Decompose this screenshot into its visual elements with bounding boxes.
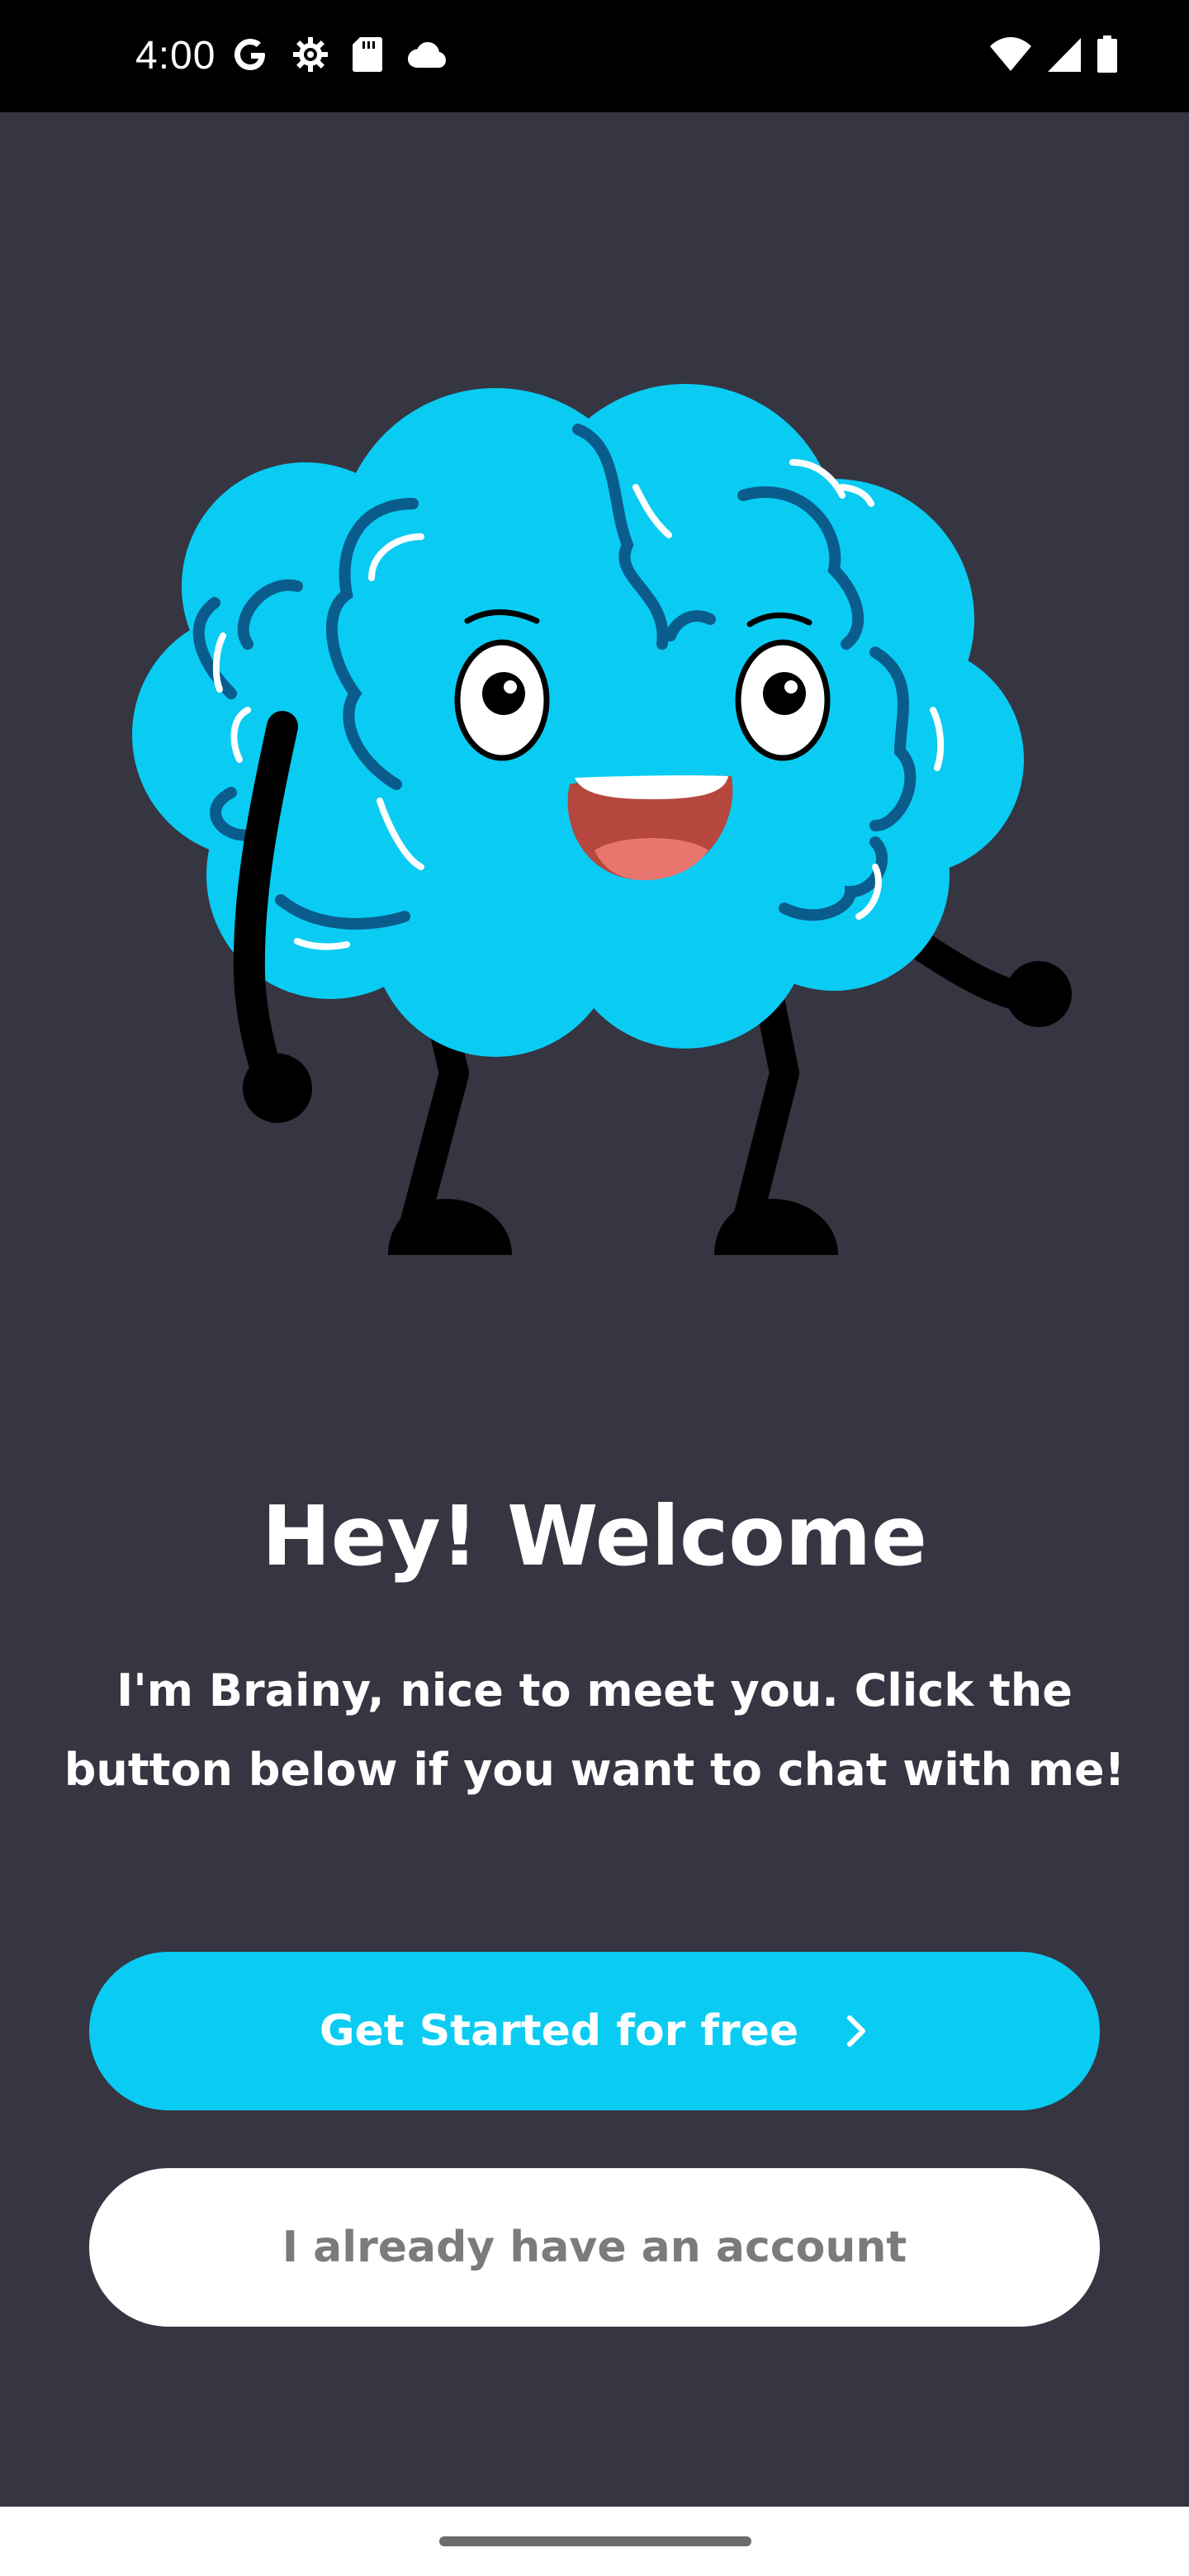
home-gesture-handle[interactable] xyxy=(439,2536,751,2546)
status-time: 4:00 xyxy=(135,34,216,78)
cellular-signal-icon xyxy=(1047,36,1082,76)
welcome-subtitle: I'm Brainy, nice to meet you. Click the … xyxy=(64,1664,1125,1796)
existing-account-label: I already have an account xyxy=(282,2223,907,2272)
settings-icon xyxy=(291,35,330,78)
brainy-mascot-illustration xyxy=(107,363,1090,1271)
get-started-label: Get Started for free xyxy=(319,2006,799,2056)
cloud-icon xyxy=(405,40,448,73)
get-started-button[interactable]: Get Started for free xyxy=(89,1952,1100,2110)
welcome-screen: 4:00 Hey! Welcome I'm Brainy, nice to me… xyxy=(0,0,1189,2576)
battery-icon xyxy=(1097,36,1118,77)
chevron-right-icon xyxy=(845,2013,869,2049)
existing-account-button[interactable]: I already have an account xyxy=(89,2168,1100,2327)
status-icons-right xyxy=(989,33,1118,79)
welcome-title: Hey! Welcome xyxy=(262,1488,927,1584)
status-bar: 4:00 xyxy=(0,0,1189,112)
navigation-bar xyxy=(0,2507,1189,2576)
status-icons-left xyxy=(231,33,448,79)
wifi-icon xyxy=(989,36,1032,76)
sd-card-icon xyxy=(352,36,383,77)
google-icon xyxy=(231,36,269,77)
